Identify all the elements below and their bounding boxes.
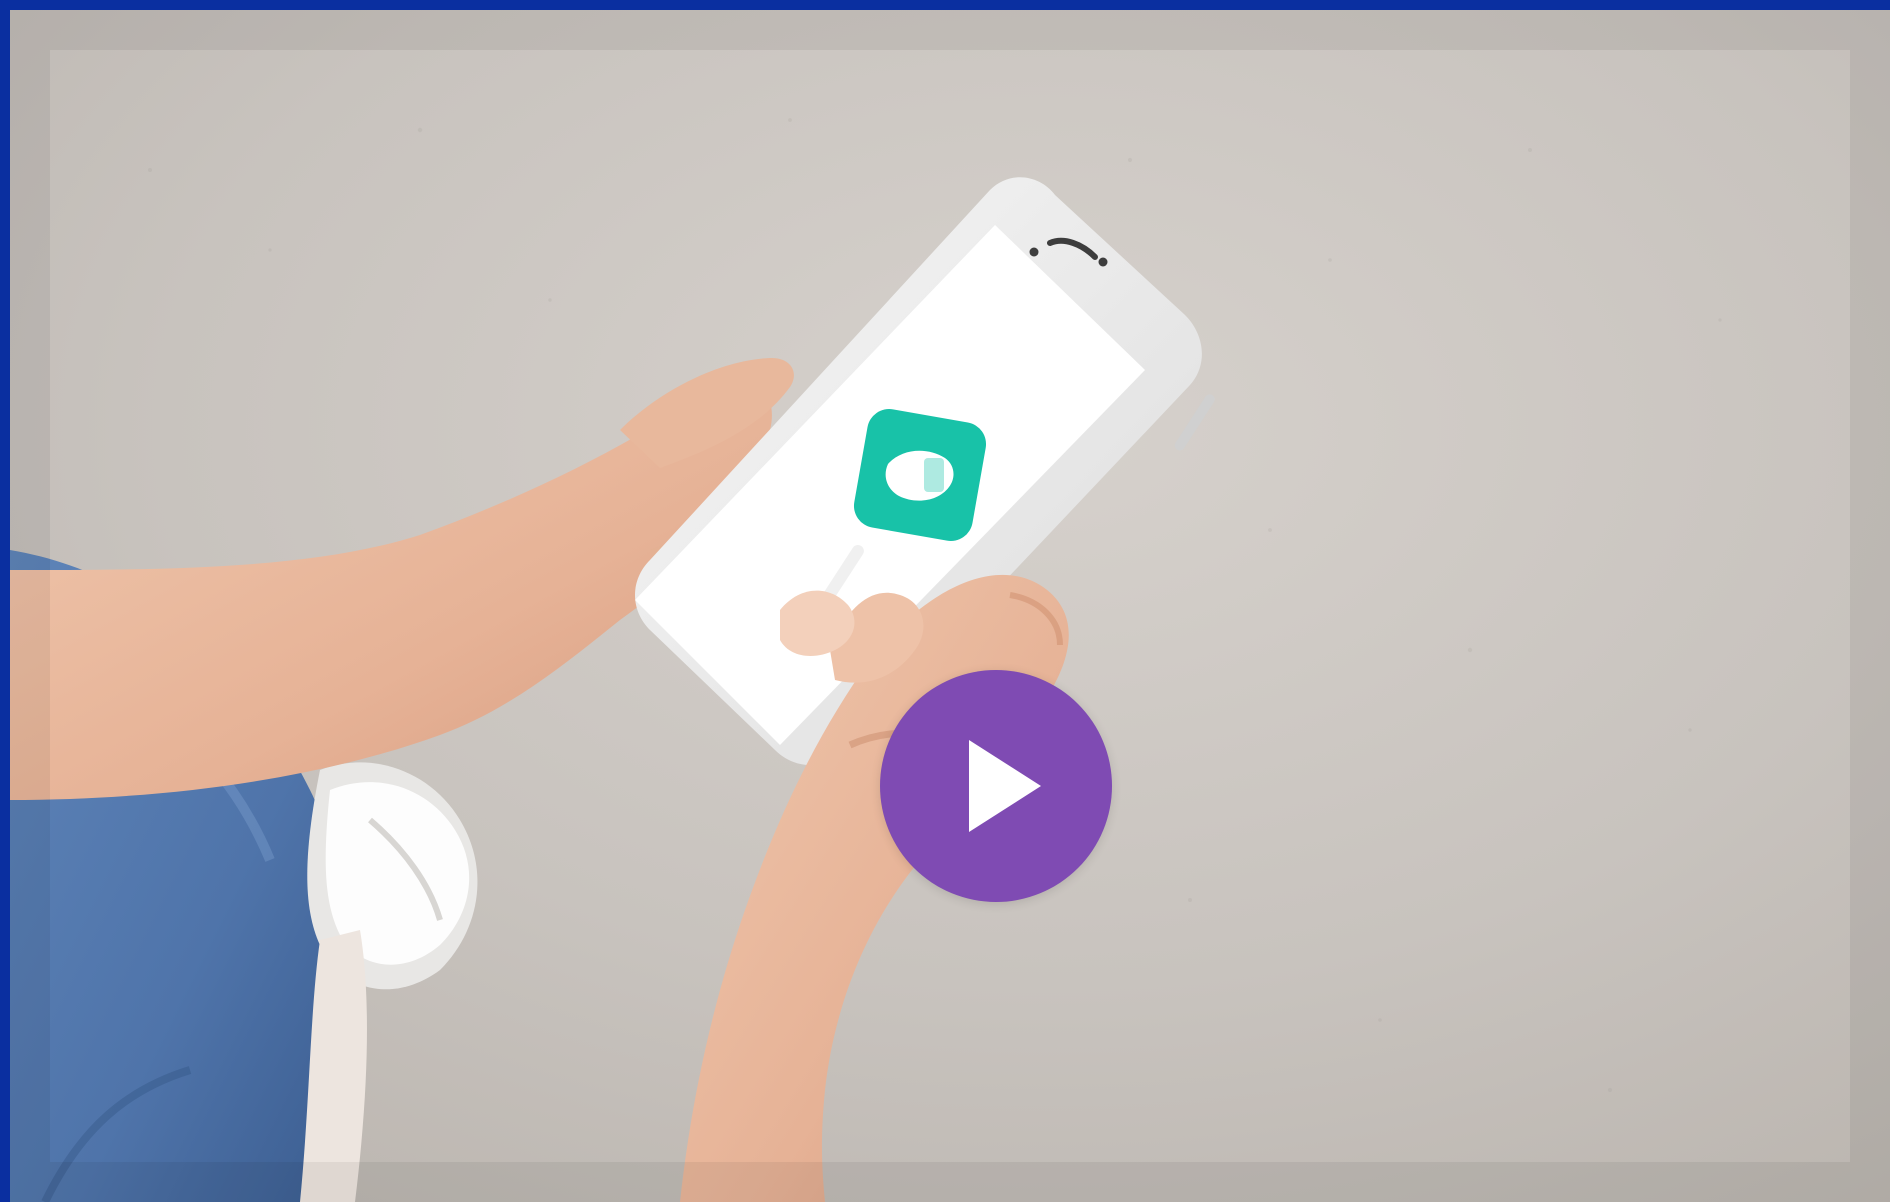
play-video-button[interactable] <box>880 670 1112 902</box>
app-icon <box>853 408 987 542</box>
video-thumbnail-frame <box>0 0 1890 1202</box>
video-thumbnail-image <box>10 10 1890 1202</box>
play-icon <box>969 740 1041 832</box>
